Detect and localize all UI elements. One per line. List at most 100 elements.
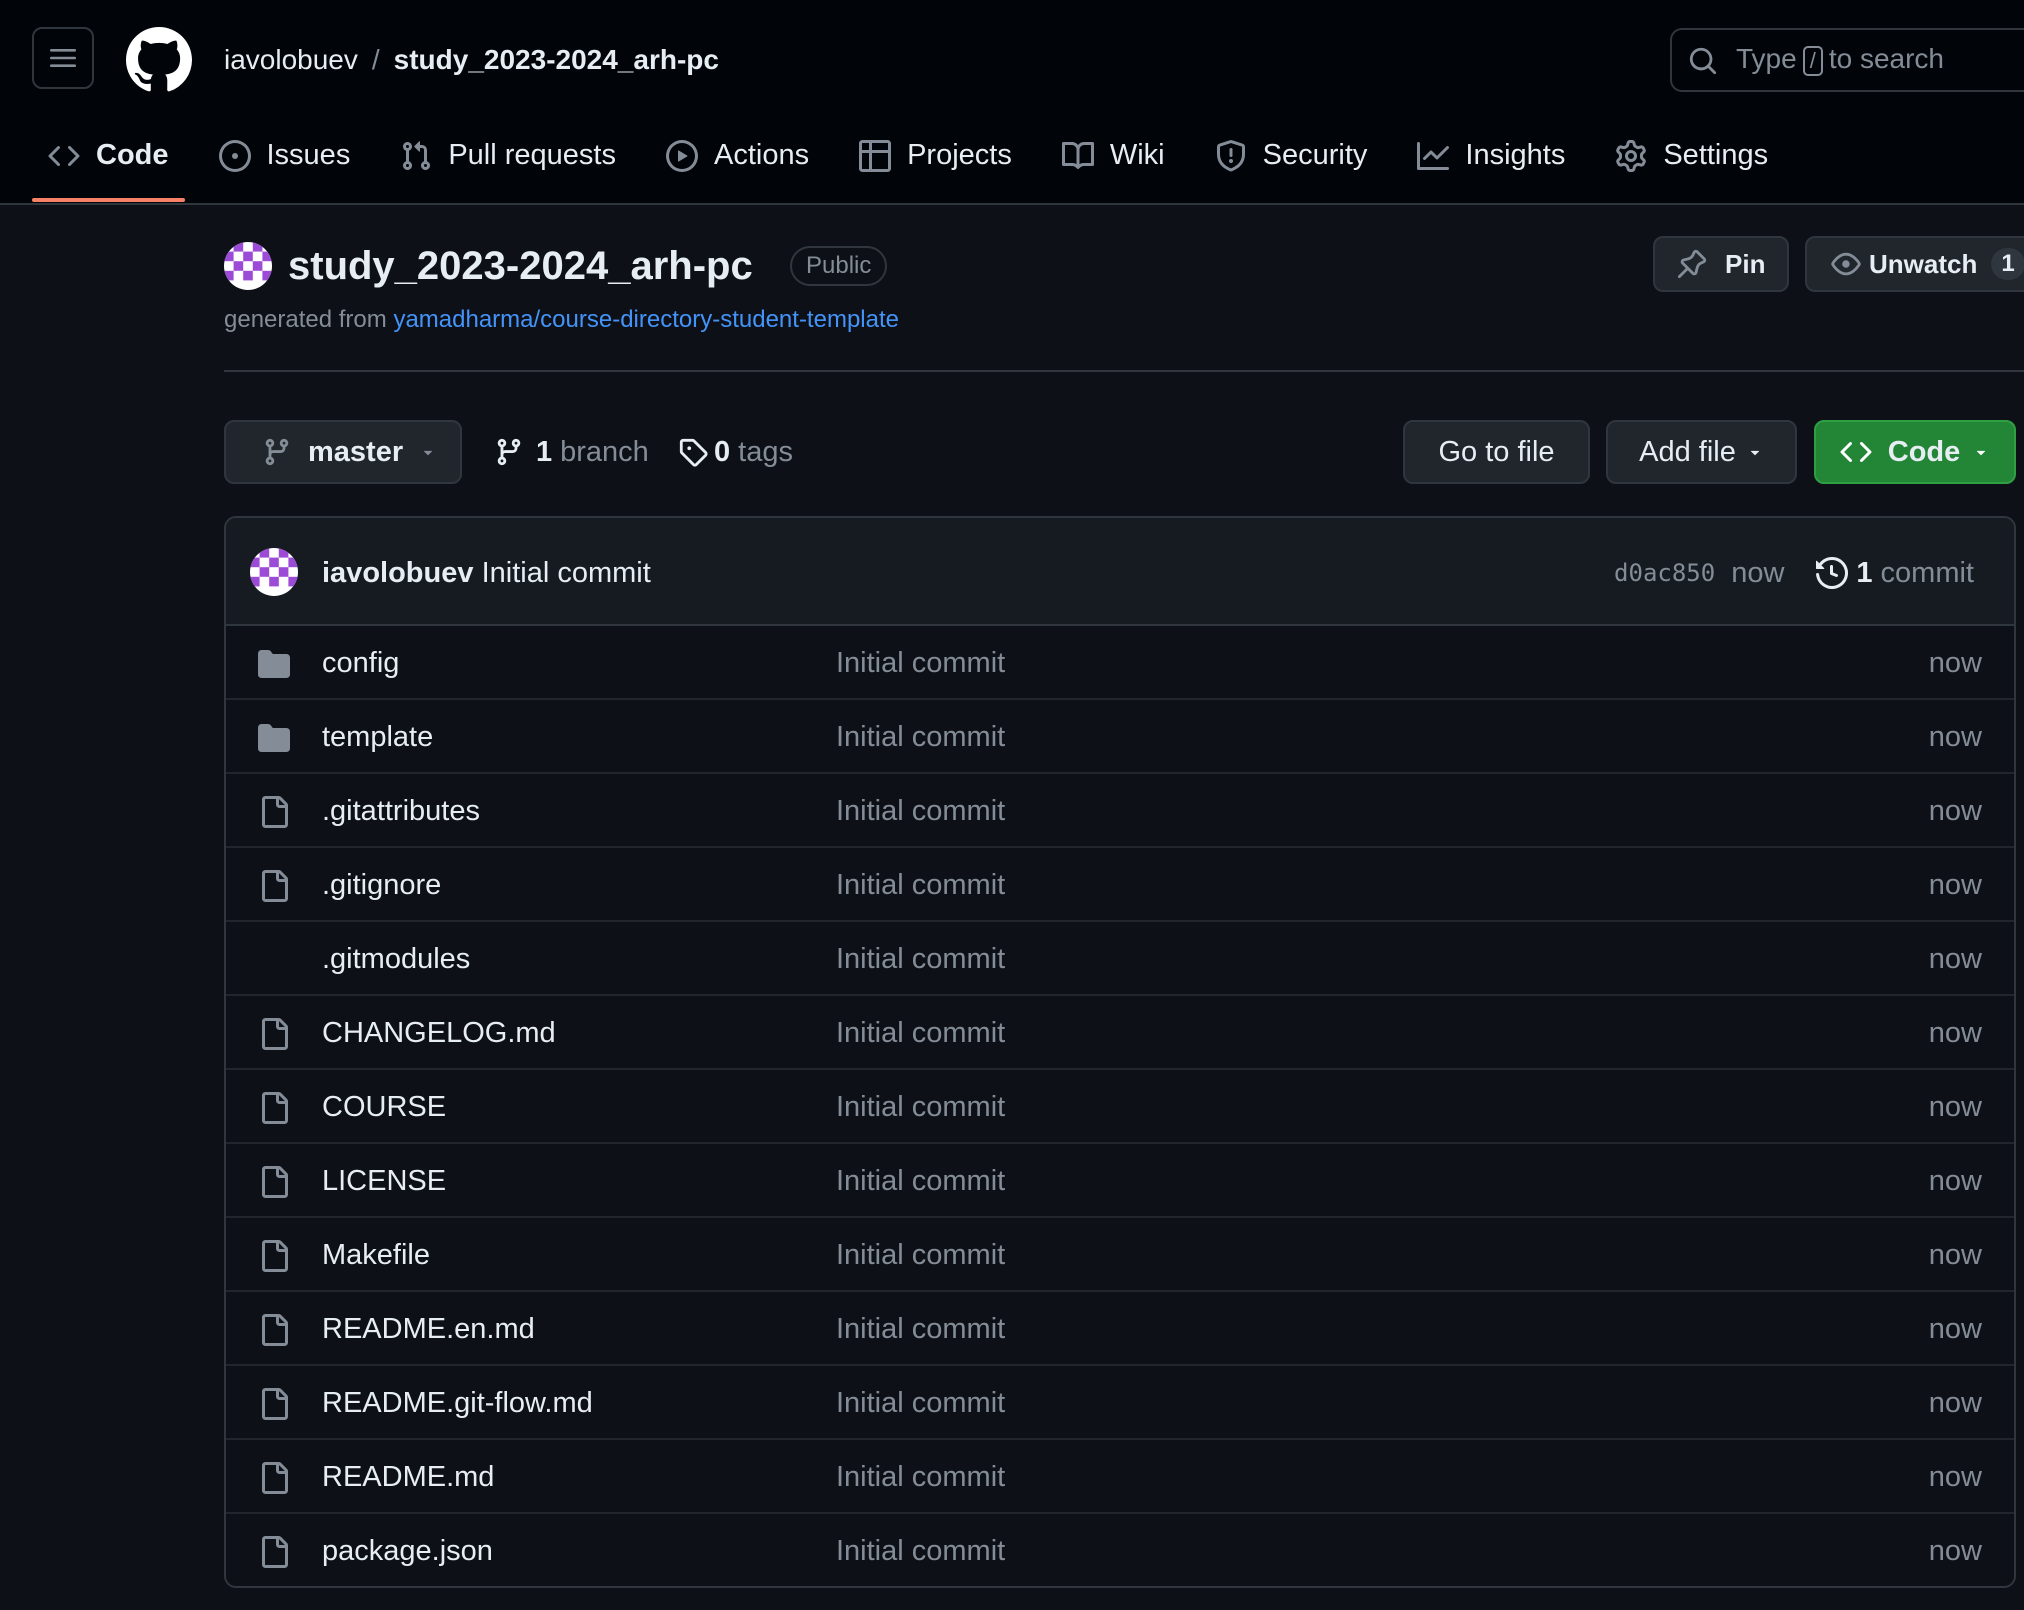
file-commit-time: now bbox=[1928, 1239, 1982, 1271]
file-name-link[interactable]: README.md bbox=[322, 1458, 494, 1496]
go-to-file-button[interactable]: Go to file bbox=[1403, 420, 1590, 484]
file-row[interactable]: README.git-flow.md Initial commit now bbox=[226, 1366, 2014, 1440]
tab-label: Settings bbox=[1663, 139, 1769, 171]
file-commit-time: now bbox=[1928, 721, 1982, 753]
tab-wiki[interactable]: Wiki bbox=[1046, 126, 1181, 202]
branches-link[interactable]: 1 branch bbox=[494, 432, 649, 472]
commit-count-label[interactable]: commit bbox=[1881, 554, 1974, 592]
file-commit-message-link[interactable]: Initial commit bbox=[836, 1236, 1005, 1274]
code-dropdown-button[interactable]: Code bbox=[1814, 420, 2016, 484]
tab-security[interactable]: Security bbox=[1199, 126, 1384, 202]
file-name-link[interactable]: COURSE bbox=[322, 1088, 446, 1126]
file-row[interactable]: package.json Initial commit now bbox=[226, 1514, 2014, 1586]
file-name-link[interactable]: .gitattributes bbox=[322, 792, 480, 830]
tab-insights[interactable]: Insights bbox=[1401, 126, 1581, 202]
file-commit-message-link[interactable]: Initial commit bbox=[836, 866, 1005, 904]
repo-title[interactable]: study_2023-2024_arh-pc bbox=[288, 240, 753, 292]
file-row[interactable]: config Initial commit now bbox=[226, 626, 2014, 700]
file-row[interactable]: LICENSE Initial commit now bbox=[226, 1144, 2014, 1218]
file-row[interactable]: COURSE Initial commit now bbox=[226, 1070, 2014, 1144]
file-commit-time: now bbox=[1928, 1165, 1982, 1197]
file-commit-time: now bbox=[1928, 795, 1982, 827]
file-list: config Initial commit now template Initi… bbox=[226, 626, 2014, 1586]
hamburger-menu-button[interactable] bbox=[32, 27, 94, 89]
file-commit-message-link[interactable]: Initial commit bbox=[836, 792, 1005, 830]
file-name-link[interactable]: README.git-flow.md bbox=[322, 1384, 593, 1422]
pin-button[interactable]: Pin bbox=[1653, 236, 1789, 292]
file-commit-message-link[interactable]: Initial commit bbox=[836, 1384, 1005, 1422]
breadcrumb-repo-link[interactable]: study_2023-2024_arh-pc bbox=[394, 44, 719, 75]
file-row[interactable]: .gitignore Initial commit now bbox=[226, 848, 2014, 922]
breadcrumb-separator: / bbox=[371, 44, 380, 75]
eye-icon bbox=[1831, 252, 1861, 276]
file-row[interactable]: .gitmodules Initial commit now bbox=[226, 922, 2014, 996]
file-commit-message-link[interactable]: Initial commit bbox=[836, 718, 1005, 756]
tab-projects[interactable]: Projects bbox=[843, 126, 1028, 202]
file-commit-message-link[interactable]: Initial commit bbox=[836, 1532, 1005, 1570]
file-name-link[interactable]: .gitignore bbox=[322, 866, 441, 904]
file-name-link[interactable]: template bbox=[322, 718, 433, 756]
commit-author-avatar[interactable] bbox=[250, 548, 298, 596]
shield-icon bbox=[1216, 140, 1245, 172]
tab-actions[interactable]: Actions bbox=[650, 126, 825, 202]
file-row[interactable]: template Initial commit now bbox=[226, 700, 2014, 774]
play-icon bbox=[665, 140, 698, 172]
latest-commit-message: iavolobuev Initial commit bbox=[322, 554, 651, 592]
file-name-link[interactable]: package.json bbox=[322, 1532, 493, 1570]
file-commit-message-link[interactable]: Initial commit bbox=[836, 1088, 1005, 1126]
file-commit-time: now bbox=[1928, 1017, 1982, 1049]
file-commit-message-link[interactable]: Initial commit bbox=[836, 1162, 1005, 1200]
commit-message-link[interactable]: Initial commit bbox=[482, 557, 651, 589]
tab-label: Projects bbox=[907, 139, 1012, 171]
tags-link[interactable]: 0 tags bbox=[678, 432, 793, 472]
file-name-link[interactable]: CHANGELOG.md bbox=[322, 1014, 556, 1052]
file-row[interactable]: .gitattributes Initial commit now bbox=[226, 774, 2014, 848]
commit-author-link[interactable]: iavolobuev bbox=[322, 557, 474, 589]
file-icon bbox=[258, 944, 290, 976]
add-file-button[interactable]: Add file bbox=[1606, 420, 1797, 484]
file-name-link[interactable]: config bbox=[322, 644, 399, 682]
file-row[interactable]: Makefile Initial commit now bbox=[226, 1218, 2014, 1292]
file-commit-message-link[interactable]: Initial commit bbox=[836, 940, 1005, 978]
file-name-link[interactable]: Makefile bbox=[322, 1236, 430, 1274]
generated-from-text: generated from yamadharma/course-directo… bbox=[224, 306, 899, 333]
branch-select-button[interactable]: master bbox=[224, 420, 462, 484]
tab-settings[interactable]: Settings bbox=[1599, 126, 1784, 202]
tab-issues[interactable]: Issues bbox=[203, 126, 367, 202]
caret-down-icon bbox=[1977, 450, 1986, 456]
search-icon bbox=[1689, 47, 1717, 75]
table-icon bbox=[859, 140, 892, 172]
tab-label: Issues bbox=[266, 139, 351, 171]
search-input[interactable]: Type / to search bbox=[1670, 28, 2024, 92]
file-commit-message-link[interactable]: Initial commit bbox=[836, 644, 1005, 682]
caret-down-icon bbox=[424, 450, 433, 456]
file-commit-message-link[interactable]: Initial commit bbox=[836, 1014, 1005, 1052]
tab-label: Code bbox=[96, 139, 169, 171]
owner-avatar[interactable] bbox=[224, 242, 272, 290]
breadcrumb-owner-link[interactable]: iavolobuev bbox=[224, 44, 358, 75]
tab-code[interactable]: Code bbox=[32, 126, 185, 202]
global-header: iavolobuev / study_2023-2024_arh-pc Type / t… bbox=[0, 0, 2024, 205]
file-row[interactable]: README.md Initial commit now bbox=[226, 1440, 2014, 1514]
file-name-link[interactable]: LICENSE bbox=[322, 1162, 446, 1200]
commit-sha-link[interactable]: d0ac850 bbox=[1614, 554, 1715, 592]
commit-time: now bbox=[1731, 557, 1785, 589]
tab-pull-requests[interactable]: Pull requests bbox=[384, 126, 632, 202]
tab-label: Insights bbox=[1465, 139, 1566, 171]
tab-label: Wiki bbox=[1109, 139, 1165, 171]
file-name-link[interactable]: .gitmodules bbox=[322, 940, 470, 978]
template-repo-link[interactable]: yamadharma/course-directory-student-temp… bbox=[393, 306, 899, 333]
file-commit-message-link[interactable]: Initial commit bbox=[836, 1458, 1005, 1496]
file-commit-time: now bbox=[1928, 1313, 1982, 1345]
folder-icon bbox=[258, 650, 290, 678]
commit-count[interactable]: 1 bbox=[1856, 554, 1872, 592]
file-name-link[interactable]: README.en.md bbox=[322, 1310, 535, 1348]
commit-meta: d0ac850 now 1 commit bbox=[1614, 554, 1974, 592]
file-icon bbox=[262, 1018, 288, 1050]
file-row[interactable]: CHANGELOG.md Initial commit now bbox=[226, 996, 2014, 1070]
unwatch-button[interactable]: Unwatch 1 bbox=[1805, 236, 2024, 292]
file-row[interactable]: README.en.md Initial commit now bbox=[226, 1292, 2014, 1366]
github-logo-icon[interactable] bbox=[126, 27, 192, 93]
file-commit-message-link[interactable]: Initial commit bbox=[836, 1310, 1005, 1348]
code-icon bbox=[1840, 441, 1872, 463]
